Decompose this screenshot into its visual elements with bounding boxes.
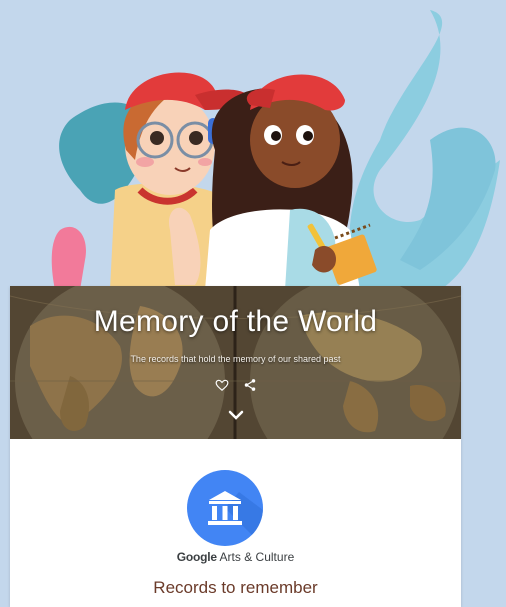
hero-subtitle: The records that hold the memory of our … <box>130 354 341 364</box>
chevron-down-icon[interactable] <box>226 408 246 422</box>
background-swirl <box>51 226 86 290</box>
hero-actions <box>10 377 461 393</box>
brand-google: Google <box>176 550 217 564</box>
museum-building-icon <box>208 491 263 546</box>
hero-title: Memory of the World <box>93 305 378 338</box>
brand-product: Arts & Culture <box>219 550 295 564</box>
memory-of-the-world-card: Memory of the World The records that hol… <box>10 286 461 607</box>
girl-hand <box>312 245 336 273</box>
heart-icon[interactable] <box>215 378 229 392</box>
brand-wordmark: Google Arts & Culture <box>10 550 461 564</box>
section-heading: Records to remember <box>153 578 318 597</box>
share-icon[interactable] <box>243 378 257 392</box>
google-arts-culture-logo[interactable] <box>187 470 263 546</box>
hero-banner: Memory of the World The records that hol… <box>10 286 461 439</box>
